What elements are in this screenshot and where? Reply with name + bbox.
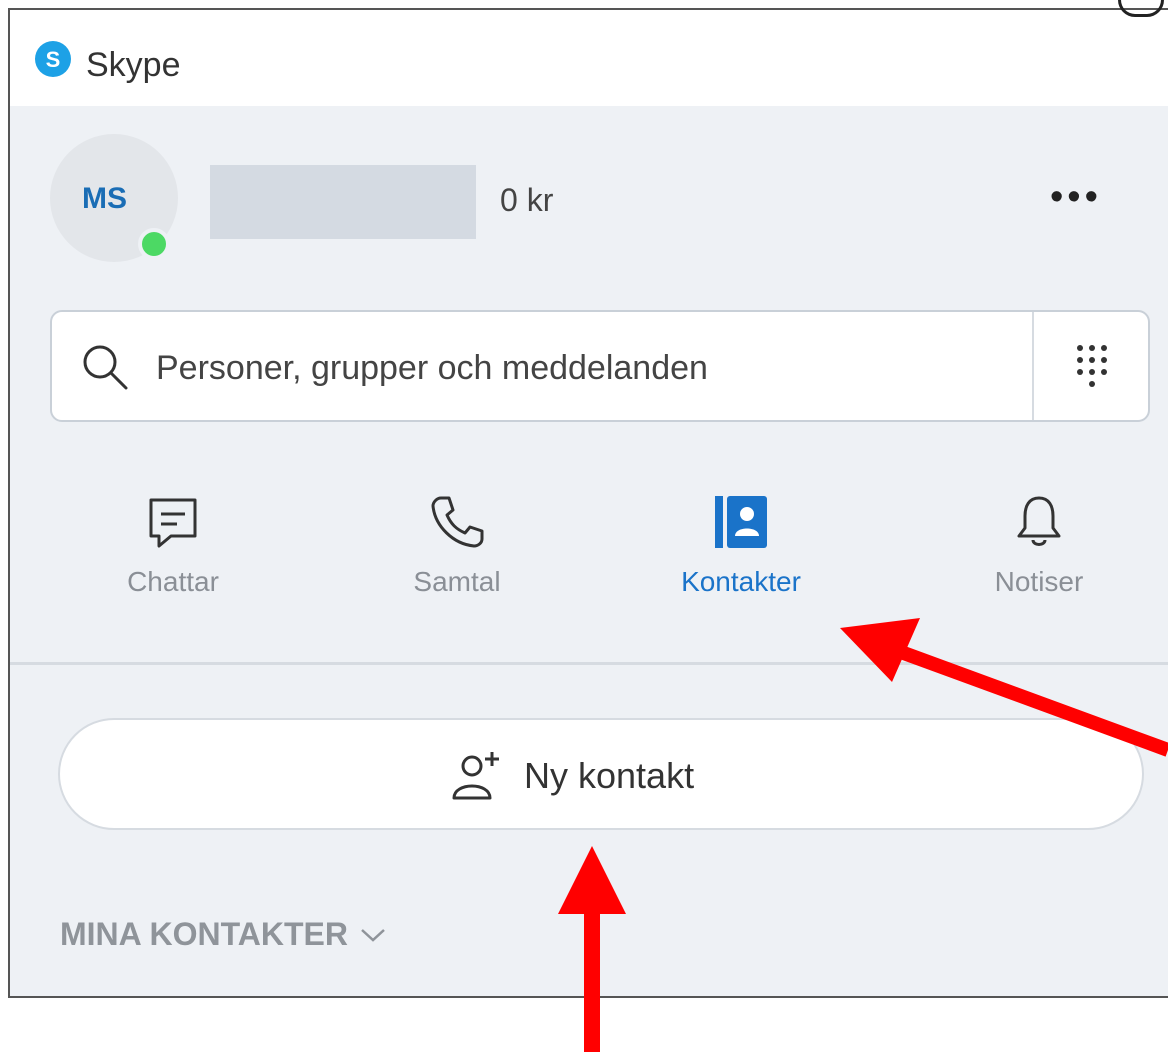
avatar-initials: MS — [82, 182, 127, 215]
my-contacts-label: MINA KONTAKTER — [60, 916, 348, 952]
skype-credit[interactable]: 0 kr — [500, 182, 553, 219]
tab-label-samtal: Samtal — [413, 566, 501, 597]
tab-label-kontakter: Kontakter — [681, 566, 801, 597]
tab-chattar[interactable]: Chattar — [88, 490, 258, 630]
chevron-down-icon — [361, 928, 385, 942]
tab-kontakter[interactable]: Kontakter — [656, 490, 826, 630]
tab-label-chattar: Chattar — [127, 566, 219, 597]
bell-icon — [1017, 496, 1061, 546]
profile-name-redacted[interactable] — [210, 165, 476, 239]
skype-logo-icon: S — [35, 41, 71, 77]
new-contact-label: Ny kontakt — [524, 755, 695, 796]
online-status-indicator — [138, 228, 170, 260]
chat-icon — [149, 498, 197, 548]
search-icon — [83, 345, 128, 390]
dialpad-icon[interactable] — [1062, 338, 1122, 398]
search-divider — [1032, 312, 1034, 420]
annotation-arrow-new-contact — [558, 846, 626, 1052]
more-options-button[interactable]: ••• — [1050, 178, 1126, 216]
tab-samtal[interactable]: Samtal — [372, 490, 542, 630]
search-input[interactable] — [154, 342, 1008, 394]
tab-label-notiser: Notiser — [994, 566, 1084, 597]
add-person-icon — [452, 752, 499, 800]
title-bar: S Skype — [10, 10, 1168, 106]
annotation-arrow-kontakter — [840, 618, 1168, 757]
my-contacts-section-header[interactable]: MINA KONTAKTER — [60, 916, 388, 953]
svg-text:S: S — [46, 47, 61, 72]
search-bar[interactable] — [50, 310, 1150, 422]
contacts-icon — [715, 496, 767, 548]
app-title: Skype — [86, 46, 181, 84]
phone-icon — [431, 496, 484, 548]
